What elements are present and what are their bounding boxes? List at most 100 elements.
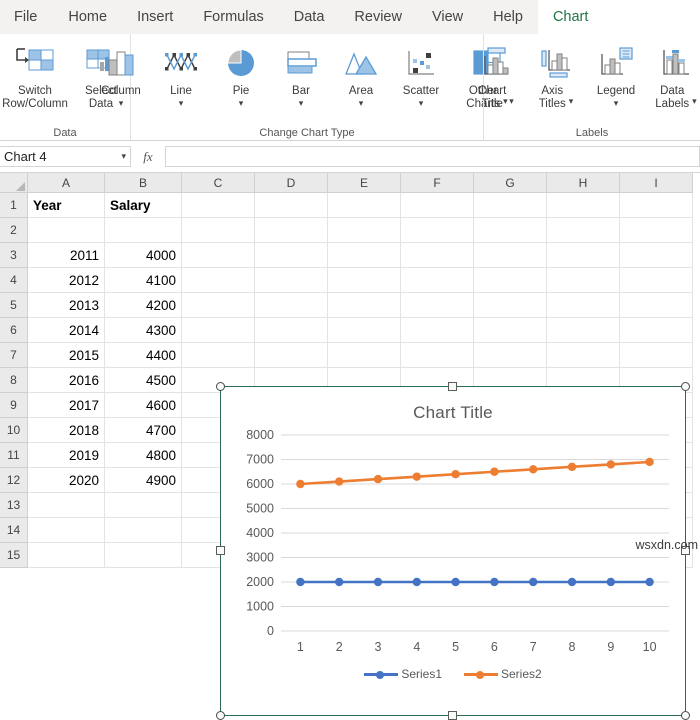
bar-chart-caret-icon[interactable]: ▾ [299, 99, 304, 108]
chart-marker-series1-10[interactable] [645, 578, 653, 586]
chart-marker-series2-10[interactable] [645, 458, 653, 466]
chart-marker-series1-8[interactable] [568, 578, 576, 586]
legend-button[interactable]: Legend ▾ [586, 38, 646, 108]
cell-A4[interactable]: 2012 [28, 268, 105, 293]
cell-E4[interactable] [328, 268, 401, 293]
row-header-6[interactable]: 6 [0, 318, 28, 343]
axis-titles-caret-icon[interactable]: ▾ [569, 97, 574, 106]
chart-marker-series2-8[interactable] [568, 463, 576, 471]
cell-C7[interactable] [182, 343, 255, 368]
cell-D6[interactable] [255, 318, 328, 343]
cell-G3[interactable] [474, 243, 547, 268]
cell-F3[interactable] [401, 243, 474, 268]
chart-marker-series2-6[interactable] [490, 468, 498, 476]
cell-A3[interactable]: 2011 [28, 243, 105, 268]
switch-row-column-button[interactable]: Switch Row/Column [0, 38, 71, 111]
cell-B7[interactable]: 4400 [105, 343, 182, 368]
cell-F2[interactable] [401, 218, 474, 243]
cell-B9[interactable]: 4600 [105, 393, 182, 418]
cell-B5[interactable]: 4200 [105, 293, 182, 318]
cell-H7[interactable] [547, 343, 620, 368]
row-header-8[interactable]: 8 [0, 368, 28, 393]
chart-marker-series1-9[interactable] [607, 578, 615, 586]
row-header-11[interactable]: 11 [0, 443, 28, 468]
row-header-15[interactable]: 15 [0, 543, 28, 568]
cell-I1[interactable] [620, 193, 693, 218]
scatter-chart-caret-icon[interactable]: ▾ [419, 99, 424, 108]
cell-C3[interactable] [182, 243, 255, 268]
cell-H4[interactable] [547, 268, 620, 293]
row-header-9[interactable]: 9 [0, 393, 28, 418]
chart-marker-series1-6[interactable] [490, 578, 498, 586]
cell-D1[interactable] [255, 193, 328, 218]
chart-marker-series1-1[interactable] [296, 578, 304, 586]
cell-H2[interactable] [547, 218, 620, 243]
row-header-4[interactable]: 4 [0, 268, 28, 293]
cell-I6[interactable] [620, 318, 693, 343]
chart-line-series2[interactable] [300, 462, 649, 484]
tab-view[interactable]: View [417, 0, 478, 34]
cell-G2[interactable] [474, 218, 547, 243]
cell-B4[interactable]: 4100 [105, 268, 182, 293]
cell-B13[interactable] [105, 493, 182, 518]
tab-review[interactable]: Review [339, 0, 417, 34]
row-header-1[interactable]: 1 [0, 193, 28, 218]
cell-I4[interactable] [620, 268, 693, 293]
cell-B11[interactable]: 4800 [105, 443, 182, 468]
cell-D5[interactable] [255, 293, 328, 318]
cell-C4[interactable] [182, 268, 255, 293]
cell-H6[interactable] [547, 318, 620, 343]
tab-formulas[interactable]: Formulas [188, 0, 278, 34]
cell-A15[interactable] [28, 543, 105, 568]
pie-chart-button[interactable]: Pie ▾ [211, 38, 271, 108]
cell-A5[interactable]: 2013 [28, 293, 105, 318]
chart-title[interactable]: Chart Title [221, 403, 685, 423]
cell-G5[interactable] [474, 293, 547, 318]
cell-A13[interactable] [28, 493, 105, 518]
chart-plot-area[interactable]: 0100020003000400050006000700080001234567… [221, 427, 685, 665]
legend-caret-icon[interactable]: ▾ [614, 99, 619, 108]
chart-resize-handle-middle-left[interactable] [216, 546, 225, 555]
chart-object[interactable]: Chart Title 0100020003000400050006000700… [220, 386, 686, 716]
axis-titles-button[interactable]: Axis Titles ▾ [526, 38, 586, 111]
cell-A7[interactable]: 2015 [28, 343, 105, 368]
cell-E6[interactable] [328, 318, 401, 343]
cell-A12[interactable]: 2020 [28, 468, 105, 493]
cell-E5[interactable] [328, 293, 401, 318]
cell-E1[interactable] [328, 193, 401, 218]
column-header-b[interactable]: B [105, 173, 182, 193]
cell-E2[interactable] [328, 218, 401, 243]
cell-G4[interactable] [474, 268, 547, 293]
cell-D7[interactable] [255, 343, 328, 368]
chart-resize-handle-bottom-left[interactable] [216, 711, 225, 720]
chart-marker-series2-5[interactable] [451, 470, 459, 478]
bar-chart-button[interactable]: Bar ▾ [271, 38, 331, 108]
chart-marker-series2-7[interactable] [529, 465, 537, 473]
row-header-3[interactable]: 3 [0, 243, 28, 268]
scatter-chart-button[interactable]: Scatter ▾ [391, 38, 451, 108]
cell-C6[interactable] [182, 318, 255, 343]
cell-I3[interactable] [620, 243, 693, 268]
cell-B8[interactable]: 4500 [105, 368, 182, 393]
cell-D2[interactable] [255, 218, 328, 243]
column-chart-button[interactable]: Column ▾ [91, 38, 151, 108]
chart-marker-series1-7[interactable] [529, 578, 537, 586]
chart-resize-handle-top-right[interactable] [681, 382, 690, 391]
area-chart-button[interactable]: Area ▾ [331, 38, 391, 108]
name-box-chevron-down-icon[interactable]: ▾ [121, 151, 126, 162]
row-header-13[interactable]: 13 [0, 493, 28, 518]
insert-function-icon[interactable]: fx [131, 149, 165, 165]
cell-B15[interactable] [105, 543, 182, 568]
cell-G1[interactable] [474, 193, 547, 218]
row-header-5[interactable]: 5 [0, 293, 28, 318]
tab-home[interactable]: Home [53, 0, 122, 34]
cell-B6[interactable]: 4300 [105, 318, 182, 343]
chart-marker-series1-2[interactable] [335, 578, 343, 586]
row-header-12[interactable]: 12 [0, 468, 28, 493]
row-header-7[interactable]: 7 [0, 343, 28, 368]
cell-B3[interactable]: 4000 [105, 243, 182, 268]
column-header-h[interactable]: H [547, 173, 620, 193]
cell-A14[interactable] [28, 518, 105, 543]
cell-I2[interactable] [620, 218, 693, 243]
cell-A10[interactable]: 2018 [28, 418, 105, 443]
